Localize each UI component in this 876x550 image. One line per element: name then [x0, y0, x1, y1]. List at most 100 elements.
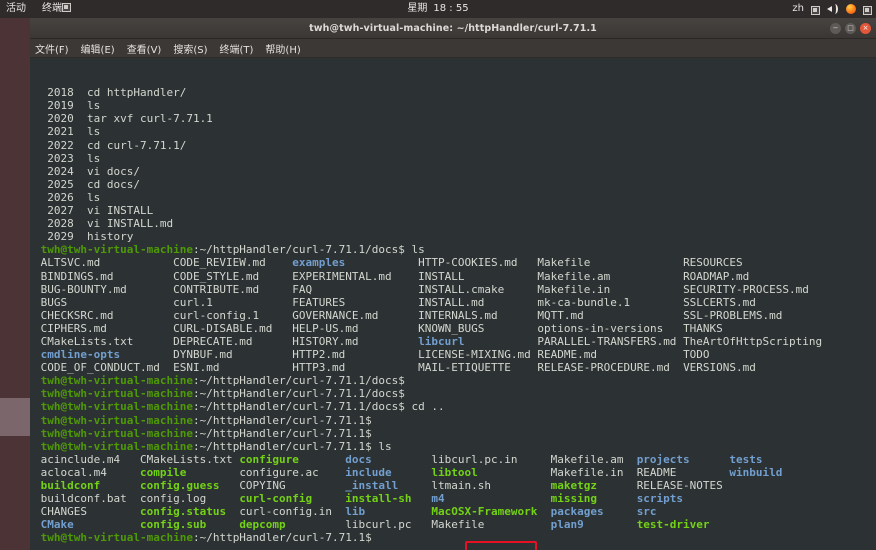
- curl-listing-item: lib: [345, 505, 432, 519]
- curl-listing-item: COPYING: [239, 479, 346, 492]
- docs-listing-item: CHECKSRC.md: [40, 308, 174, 322]
- docs-listing-item: EXPERIMENTAL.md: [292, 269, 419, 283]
- keyboard-layout-label[interactable]: zh: [792, 0, 804, 18]
- panel-clock-group[interactable]: 星期 18 : 55: [0, 0, 876, 18]
- docs-listing-item: RELEASE-PROCEDURE.md: [537, 361, 684, 375]
- menubar: 文件(F) 编辑(E) 查看(V) 搜索(S) 终端(T) 帮助(H): [30, 39, 876, 58]
- history-line: 2028 vi INSTALL.md: [34, 217, 876, 230]
- keyboard-icon[interactable]: [811, 5, 820, 15]
- docs-listing-item: SSLCERTS.md: [683, 295, 756, 309]
- activities-button[interactable]: 活动: [6, 0, 26, 18]
- history-entry: 2024 vi docs/: [34, 164, 140, 178]
- docs-listing-item: CODE_REVIEW.md: [173, 256, 293, 270]
- prompt-user-host: twh@twh-virtual-machine: [40, 413, 193, 427]
- docs-listing-item: cmdline-opts: [40, 348, 174, 362]
- docs-listing-item: SSL-PROBLEMS.md: [683, 308, 783, 322]
- minimize-button[interactable]: −: [830, 23, 841, 34]
- firefox-icon[interactable]: [846, 4, 856, 14]
- curl-listing-item: scripts: [636, 492, 730, 506]
- docs-listing-item: BUGS: [40, 295, 174, 309]
- curl-listing-item: config.guess: [139, 479, 240, 492]
- curl-listing-item: config.log: [139, 492, 240, 506]
- history-entry: 2022 cd curl-7.71.1/: [34, 138, 187, 152]
- menu-terminal[interactable]: 终端(T): [220, 41, 254, 56]
- text: [34, 400, 41, 413]
- app-menu-terminal[interactable]: 终端: [42, 0, 71, 18]
- docs-listing-item: KNOWN_BUGS: [418, 321, 538, 335]
- prompt-path: :~/httpHandler/curl-7.71.1$: [192, 426, 372, 440]
- window-controls: − □ ×: [830, 18, 871, 39]
- curl-listing-item: libtool: [431, 465, 551, 479]
- text: [34, 531, 41, 544]
- docs-listing-item: Makefile.am: [537, 269, 684, 283]
- gnome-top-panel: 活动 终端 星期 18 : 55 zh: [0, 0, 876, 18]
- close-button[interactable]: ×: [860, 23, 871, 34]
- text: [34, 309, 41, 322]
- menu-help[interactable]: 帮助(H): [265, 41, 300, 56]
- history-line: 2018 cd httpHandler/: [34, 86, 876, 99]
- docs-listing-item: CODE_STYLE.md: [173, 269, 293, 283]
- curl-listing-item: aclocal.m4: [40, 465, 140, 479]
- prompt-line-docs-2: twh@twh-virtual-machine:~/httpHandler/cu…: [34, 387, 876, 400]
- docs-listing-item: MQTT.md: [537, 308, 684, 322]
- maximize-button[interactable]: □: [845, 23, 856, 34]
- volume-icon[interactable]: [827, 4, 839, 14]
- docs-listing-row: CODE_OF_CONDUCT.md ESNI.md HTTP3.md MAIL…: [34, 361, 876, 374]
- curl-listing-row: buildconf config.guess COPYING _install …: [34, 479, 876, 492]
- docs-listing-row: CHECKSRC.md curl-config.1 GOVERNANCE.md …: [34, 309, 876, 322]
- curl-listing-item: tests: [729, 452, 763, 466]
- menu-file[interactable]: 文件(F): [35, 41, 69, 56]
- prompt-line-curl-1: twh@twh-virtual-machine:~/httpHandler/cu…: [34, 414, 876, 427]
- terminal-output-area[interactable]: 2018 cd httpHandler/ 2019 ls 2020 tar xv…: [30, 58, 876, 550]
- system-menu-icon[interactable]: [863, 5, 872, 15]
- panel-left-group: 活动 终端: [0, 0, 71, 18]
- curl-listing-item: CHANGES: [40, 505, 140, 519]
- curl-listing-item: include: [345, 465, 432, 479]
- panel-clock: 18 : 55: [433, 3, 469, 14]
- docs-listing-item: Makefile.in: [537, 282, 684, 296]
- window-titlebar[interactable]: twh@twh-virtual-machine: ~/httpHandler/c…: [30, 18, 876, 39]
- docs-listing-item: VERSIONS.md: [683, 361, 756, 375]
- dock-active-item[interactable]: [0, 398, 30, 436]
- docs-listing-item: LICENSE-MIXING.md: [418, 348, 538, 362]
- docs-listing-row: ALTSVC.md CODE_REVIEW.md examples HTTP-C…: [34, 256, 876, 269]
- history-entry: 2025 cd docs/: [34, 177, 140, 191]
- menu-search[interactable]: 搜索(S): [173, 41, 207, 56]
- docs-listing-row: BUG-BOUNTY.md CONTRIBUTE.md FAQ INSTALL.…: [34, 283, 876, 296]
- docs-listing-item: THANKS: [683, 321, 723, 335]
- history-line: 2027 vi INSTALL: [34, 204, 876, 217]
- docs-listing-item: BUG-BOUNTY.md: [40, 282, 174, 296]
- docs-listing-item: SECURITY-PROCESS.md: [683, 282, 809, 296]
- curl-listing-item: Makefile.in: [550, 465, 637, 479]
- app-menu-label: 终端: [42, 3, 62, 14]
- docs-listing-item: CMakeLists.txt: [40, 334, 174, 348]
- docs-listing-item: TODO: [683, 348, 710, 362]
- menu-edit[interactable]: 编辑(E): [81, 41, 115, 56]
- history-entry: 2028 vi INSTALL.md: [34, 217, 174, 231]
- history-entry: 2026 ls: [34, 190, 101, 204]
- docs-listing-item: CURL-DISABLE.md: [173, 321, 293, 335]
- curl-listing-row: aclocal.m4 compile configure.ac include …: [34, 466, 876, 479]
- prompt-line-curl-final: twh@twh-virtual-machine:~/httpHandler/cu…: [34, 531, 876, 544]
- prompt-user-host: twh@twh-virtual-machine: [40, 387, 193, 401]
- docs-listing-item: ALTSVC.md: [40, 256, 174, 270]
- docs-listing-item: INSTALL.md: [418, 295, 538, 309]
- menu-view[interactable]: 查看(V): [127, 41, 162, 56]
- text: [34, 427, 41, 440]
- docs-listing-item: curl-config.1: [173, 308, 293, 322]
- history-line: 2019 ls: [34, 99, 876, 112]
- history-line: 2020 tar xvf curl-7.71.1: [34, 112, 876, 125]
- launcher-dock[interactable]: [0, 18, 30, 550]
- docs-listing-item: HTTP3.md: [292, 361, 419, 375]
- prompt-command: ls: [371, 439, 392, 453]
- docs-listing-item: FAQ: [292, 282, 419, 296]
- curl-listing-item: README: [636, 465, 730, 479]
- docs-listing-row: cmdline-opts DYNBUF.md HTTP2.md LICENSE-…: [34, 348, 876, 361]
- docs-listing-item: GOVERNANCE.md: [292, 308, 419, 322]
- prompt-line-curl-2: twh@twh-virtual-machine:~/httpHandler/cu…: [34, 427, 876, 440]
- history-line: 2026 ls: [34, 191, 876, 204]
- text: [34, 243, 41, 256]
- text: [34, 466, 41, 479]
- docs-listing-item: HISTORY.md: [292, 334, 419, 348]
- curl-listing-item: CMakeLists.txt: [139, 452, 240, 466]
